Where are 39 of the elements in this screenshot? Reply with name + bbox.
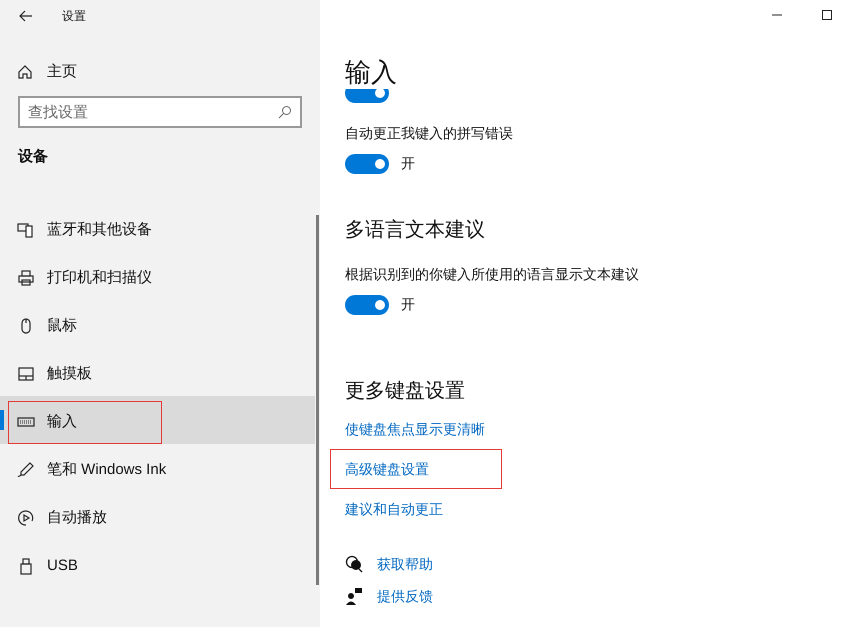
pen-icon: [17, 461, 35, 479]
home-nav-item[interactable]: 主页: [0, 56, 320, 88]
nav-item[interactable]: 笔和 Windows Ink: [8, 448, 178, 492]
scrollbar[interactable]: [316, 215, 319, 585]
nav-item[interactable]: 触摸板: [8, 352, 103, 396]
home-icon: [17, 64, 33, 80]
person-feedback-icon: [345, 587, 363, 605]
maximize-icon[interactable]: [821, 9, 833, 21]
window-title: 设置: [62, 8, 86, 25]
toggle-switch[interactable]: [345, 294, 389, 314]
settings-link[interactable]: 高级键盘设置: [330, 449, 502, 489]
toggle-switch[interactable]: [345, 89, 389, 103]
help-chat-icon: [345, 555, 363, 573]
nav-item[interactable]: 输入: [8, 400, 162, 444]
help-link[interactable]: 提供反馈: [377, 585, 433, 607]
printer-icon: [17, 269, 35, 287]
nav-item[interactable]: 蓝牙和其他设备: [8, 208, 163, 252]
section-heading: 多语言文本建议: [345, 218, 486, 243]
page-title: 输入: [345, 56, 398, 89]
nav-item[interactable]: 打印机和扫描仪: [8, 256, 163, 300]
back-arrow-icon[interactable]: [19, 10, 33, 22]
nav-item[interactable]: 自动播放: [8, 496, 118, 540]
setting-label: 根据识别到的你键入所使用的语言显示文本建议: [345, 265, 640, 284]
setting-label: 自动更正我键入的拼写错误: [345, 124, 514, 143]
settings-link[interactable]: 使键盘焦点显示更清晰: [330, 409, 490, 449]
section-heading: 设备: [18, 147, 49, 167]
settings-link[interactable]: 建议和自动更正: [330, 489, 448, 529]
toggle-switch[interactable]: [345, 154, 389, 174]
toggle-state: 开: [401, 295, 415, 314]
section-heading: 更多键盘设置: [345, 379, 466, 404]
toggle-state: 开: [401, 154, 415, 173]
search-field[interactable]: 查找设置: [18, 96, 302, 128]
search-icon: [278, 105, 292, 119]
touchpad-icon: [17, 365, 35, 383]
keyboard-phone-icon: [17, 221, 35, 239]
play-circle-icon: [17, 509, 35, 527]
nav-item[interactable]: USB: [8, 544, 89, 588]
nav-item[interactable]: 鼠标: [8, 304, 88, 348]
help-link[interactable]: 获取帮助: [377, 553, 433, 575]
